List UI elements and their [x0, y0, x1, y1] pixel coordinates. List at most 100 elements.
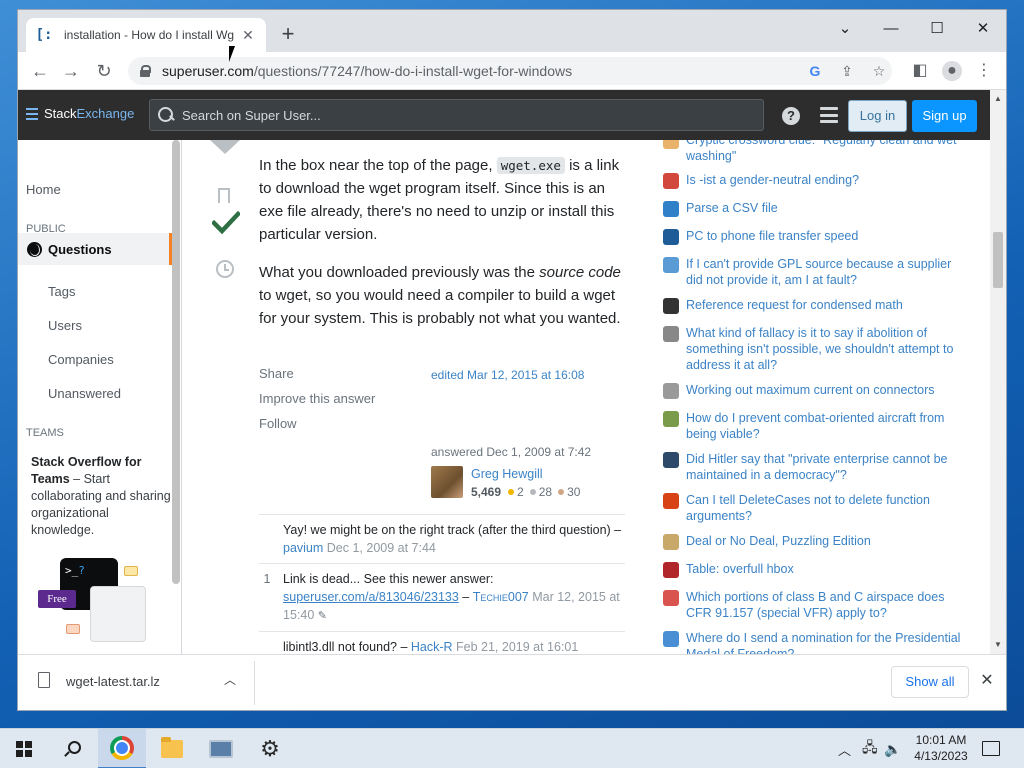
- site-search-box[interactable]: [149, 99, 764, 131]
- hnq-question-link[interactable]: Where do I send a nomination for the Pre…: [686, 630, 962, 654]
- stackexchange-logo[interactable]: Stack Exchange: [26, 106, 134, 121]
- comment-user-link[interactable]: Hack-R: [411, 640, 453, 654]
- comment-user-link[interactable]: pavium: [283, 541, 323, 555]
- sidebar-scrollbar[interactable]: [172, 140, 180, 584]
- side-panel-icon[interactable]: ◧: [910, 61, 930, 81]
- follow-link[interactable]: Follow: [259, 416, 399, 431]
- address-bar[interactable]: superuser.com/questions/77247/how-do-i-i…: [128, 57, 892, 85]
- sidebar-item-companies[interactable]: Companies: [48, 352, 114, 367]
- hnq-question-link[interactable]: Deal or No Deal, Puzzling Edition: [686, 533, 962, 550]
- signup-button[interactable]: Sign up: [912, 100, 977, 132]
- sidebar-item-home[interactable]: Home: [26, 182, 61, 197]
- back-arrow-icon[interactable]: ←: [27, 58, 53, 84]
- hnq-item[interactable]: If I can't provide GPL source because a …: [663, 256, 973, 288]
- more-menu-icon[interactable]: ⋮: [974, 61, 994, 81]
- share-icon[interactable]: ⇪: [838, 62, 856, 80]
- tray-chevron-icon[interactable]: ︿: [838, 729, 851, 768]
- help-icon[interactable]: ?: [782, 107, 800, 125]
- taskbar-settings[interactable]: ⚙: [246, 729, 294, 768]
- comment-text: Yay! we might be on the right track (aft…: [283, 523, 622, 537]
- comment-link[interactable]: superuser.com/a/813046/23133: [283, 590, 459, 604]
- hnq-item[interactable]: Is -ist a gender-neutral ending?: [663, 172, 973, 189]
- login-button[interactable]: Log in: [848, 100, 907, 132]
- sidebar-item-questions[interactable]: Questions: [18, 233, 172, 265]
- user-name-link[interactable]: Greg Hewgill: [471, 467, 543, 481]
- downvote-arrow-icon[interactable]: [210, 140, 240, 154]
- card-illustration: [90, 586, 146, 642]
- hnq-item[interactable]: Working out maximum current on connector…: [663, 382, 973, 399]
- volume-icon[interactable]: 🔈: [884, 729, 901, 768]
- hnq-item[interactable]: How do I prevent combat-oriented aircraf…: [663, 410, 973, 442]
- taskbar-file-explorer[interactable]: [148, 729, 196, 768]
- forward-arrow-icon[interactable]: →: [58, 58, 84, 84]
- scrollbar-thumb[interactable]: [993, 232, 1003, 288]
- hnq-item[interactable]: Did Hitler say that "private enterprise …: [663, 451, 973, 483]
- taskbar-app[interactable]: [197, 729, 245, 768]
- hnq-item[interactable]: Which portions of class B and C airspace…: [663, 589, 973, 621]
- profile-avatar-icon[interactable]: ●: [942, 61, 962, 81]
- gold-badge-count: 2: [517, 485, 524, 499]
- sidebar-item-tags[interactable]: Tags: [48, 284, 75, 299]
- edited-timestamp-link[interactable]: edited Mar 12, 2015 at 16:08: [431, 368, 584, 382]
- site-switcher-icon[interactable]: [820, 107, 838, 123]
- hnq-question-link[interactable]: Did Hitler say that "private enterprise …: [686, 451, 962, 483]
- hnq-question-link[interactable]: If I can't provide GPL source because a …: [686, 256, 962, 288]
- hnq-question-link[interactable]: PC to phone file transfer speed: [686, 228, 962, 245]
- comment-date[interactable]: Feb 21, 2019 at 16:01: [453, 640, 578, 654]
- sidebar-item-unanswered[interactable]: Unanswered: [48, 386, 121, 401]
- hnq-item[interactable]: What kind of fallacy is it to say if abo…: [663, 325, 973, 373]
- hnq-question-link[interactable]: Working out maximum current on connector…: [686, 382, 962, 399]
- hnq-question-link[interactable]: How do I prevent combat-oriented aircraf…: [686, 410, 962, 442]
- chat-bubble-icon: [66, 624, 80, 634]
- avatar[interactable]: [431, 466, 463, 498]
- bookmark-star-icon[interactable]: ☆: [870, 62, 888, 80]
- comment-user-link[interactable]: Techie007: [473, 590, 529, 604]
- hnq-item[interactable]: Deal or No Deal, Puzzling Edition: [663, 533, 973, 550]
- scroll-down-arrow-icon[interactable]: ▼: [994, 640, 1002, 649]
- minimize-button[interactable]: —: [868, 14, 914, 44]
- network-icon[interactable]: 🖧: [862, 729, 878, 768]
- hnq-item[interactable]: PC to phone file transfer speed: [663, 228, 973, 245]
- sidebar-item-users[interactable]: Users: [48, 318, 82, 333]
- chevron-up-icon[interactable]: ︿: [222, 671, 238, 687]
- start-button[interactable]: [0, 729, 48, 768]
- hnq-item[interactable]: Where do I send a nomination for the Pre…: [663, 630, 973, 654]
- worldbuilding-site-icon: [663, 411, 679, 427]
- hnq-item[interactable]: Can I tell DeleteCases not to delete fun…: [663, 492, 973, 524]
- notification-icon[interactable]: [982, 741, 1000, 756]
- close-downloads-icon[interactable]: ✕: [978, 672, 996, 690]
- scroll-up-arrow-icon[interactable]: ▲: [994, 94, 1002, 103]
- tab-search-chevron-icon[interactable]: ⌄: [822, 14, 868, 44]
- taskbar-chrome[interactable]: [98, 729, 146, 768]
- tab-close-icon[interactable]: ✕: [240, 27, 256, 43]
- hnq-question-link[interactable]: Cryptic crossword clue: "Regularly clean…: [686, 140, 962, 164]
- new-tab-button[interactable]: +: [276, 22, 300, 46]
- search-input[interactable]: [182, 107, 762, 123]
- comment-date[interactable]: Dec 1, 2009 at 7:44: [323, 541, 436, 555]
- hnq-item[interactable]: Reference request for condensed math: [663, 297, 973, 314]
- show-all-button[interactable]: Show all: [891, 666, 969, 698]
- taskbar-clock[interactable]: 10:01 AM 4/13/2023: [906, 732, 976, 764]
- hnq-question-link[interactable]: Table: overfull hbox: [686, 561, 962, 578]
- hnq-question-link[interactable]: Parse a CSV file: [686, 200, 962, 217]
- maximize-button[interactable]: ☐: [914, 14, 960, 44]
- improve-answer-link[interactable]: Improve this answer: [259, 391, 399, 406]
- close-window-button[interactable]: ✕: [960, 14, 1006, 44]
- hnq-item[interactable]: Table: overfull hbox: [663, 561, 973, 578]
- google-translate-icon[interactable]: G: [806, 62, 824, 80]
- reload-icon[interactable]: ↻: [91, 58, 117, 84]
- taskbar-search-button[interactable]: [48, 729, 96, 768]
- hnq-question-link[interactable]: Is -ist a gender-neutral ending?: [686, 172, 962, 189]
- hnq-question-link[interactable]: Which portions of class B and C airspace…: [686, 589, 962, 621]
- page-scrollbar[interactable]: ▲ ▼: [990, 90, 1006, 654]
- share-link[interactable]: Share: [259, 366, 399, 381]
- hnq-question-link[interactable]: Reference request for condensed math: [686, 297, 962, 314]
- bookmark-icon[interactable]: [218, 188, 230, 207]
- hnq-item[interactable]: Parse a CSV file: [663, 200, 973, 217]
- download-file-name[interactable]: wget-latest.tar.lz: [66, 674, 160, 689]
- hnq-question-link[interactable]: Can I tell DeleteCases not to delete fun…: [686, 492, 962, 524]
- lock-icon[interactable]: [138, 64, 152, 78]
- history-icon[interactable]: [216, 260, 234, 278]
- hnq-question-link[interactable]: What kind of fallacy is it to say if abo…: [686, 325, 962, 373]
- hnq-item[interactable]: Cryptic crossword clue: "Regularly clean…: [663, 140, 973, 164]
